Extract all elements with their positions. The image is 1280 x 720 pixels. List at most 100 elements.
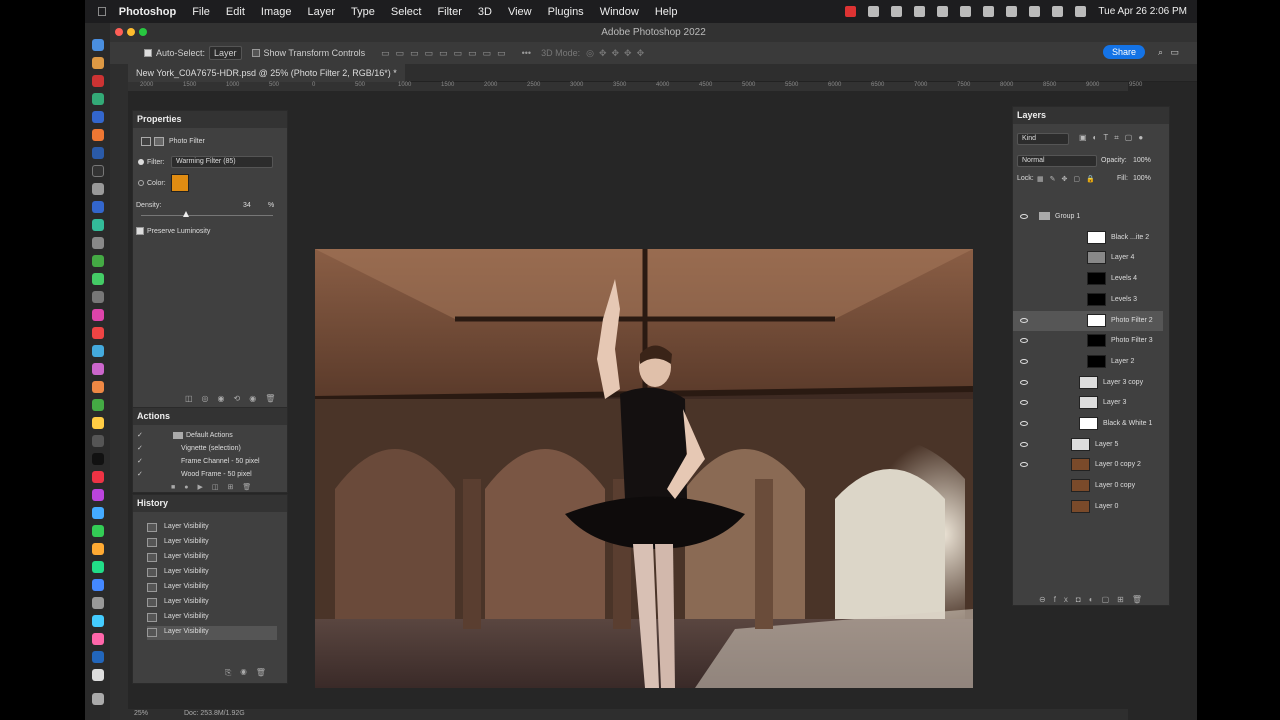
creative-cloud-icon[interactable]	[868, 6, 880, 17]
layer-thumbnail[interactable]	[1071, 499, 1090, 513]
layer-name[interactable]: Layer 2	[1111, 358, 1134, 365]
app-icon[interactable]	[92, 111, 104, 123]
layer-thumbnail[interactable]	[1087, 272, 1106, 286]
density-value[interactable]: 34	[243, 202, 251, 209]
search-icon[interactable]	[1029, 6, 1041, 17]
layer-row[interactable]: Black & White 1	[1013, 414, 1163, 434]
properties-footer-icons[interactable]: ◫◎◉⟲◉🗑	[185, 394, 284, 403]
layer-thumbnail[interactable]	[1087, 354, 1106, 368]
show-transform-checkbox[interactable]	[251, 49, 260, 57]
play-icon[interactable]	[960, 6, 972, 17]
app-icon[interactable]	[92, 93, 104, 105]
app-icon[interactable]	[92, 561, 104, 573]
trash-icon[interactable]	[92, 693, 104, 705]
layer-name[interactable]: Layer 5	[1095, 441, 1118, 448]
visibility-eye-icon[interactable]	[1020, 317, 1028, 323]
app-icon[interactable]	[92, 651, 104, 663]
layer-thumbnail[interactable]	[1087, 230, 1106, 244]
photoshop-icon[interactable]	[92, 147, 104, 159]
app-icon[interactable]	[92, 417, 104, 429]
history-item[interactable]: Layer Visibility	[147, 521, 277, 535]
app-icon[interactable]	[92, 219, 104, 231]
menu-select[interactable]: Select	[391, 6, 422, 18]
action-item[interactable]: Vignette (selection)	[181, 445, 241, 452]
menu-layer[interactable]: Layer	[307, 6, 335, 18]
layer-name[interactable]: Layer 3	[1103, 399, 1126, 406]
layer-thumbnail[interactable]	[1079, 417, 1098, 430]
layer-name[interactable]: Photo Filter 2	[1111, 317, 1153, 324]
app-icon[interactable]	[92, 345, 104, 357]
minimize-window-button[interactable]	[127, 28, 135, 36]
search-icon[interactable]: ⌕	[1158, 47, 1163, 58]
menu-plugins[interactable]: Plugins	[548, 6, 584, 18]
blend-mode-dropdown[interactable]: Normal	[1017, 155, 1097, 167]
layer-row[interactable]: Photo Filter 3	[1013, 331, 1163, 351]
bridge-icon[interactable]	[92, 165, 104, 177]
share-button[interactable]: Share	[1102, 45, 1145, 59]
visibility-eye-icon[interactable]	[1020, 421, 1028, 426]
wifi-icon[interactable]	[1006, 6, 1018, 17]
layer-thumbnail[interactable]	[1071, 437, 1090, 451]
app-icon[interactable]	[92, 525, 104, 537]
layer-thumbnail[interactable]	[1071, 479, 1090, 493]
control-center-icon[interactable]	[1052, 6, 1064, 17]
app-icon[interactable]	[92, 579, 104, 591]
visibility-eye-icon[interactable]	[1020, 338, 1028, 344]
app-icon[interactable]	[92, 399, 104, 411]
color-radio[interactable]	[138, 180, 144, 186]
battery-icon[interactable]	[983, 6, 995, 17]
visibility-eye-icon[interactable]	[1020, 214, 1028, 219]
kind-filter-dropdown[interactable]: Kind	[1017, 133, 1069, 145]
layer-filter-icons[interactable]: ▣◐T⌗▢●	[1079, 133, 1149, 143]
layer-row[interactable]: Layer 3 copy	[1013, 373, 1163, 393]
action-check[interactable]: ✓	[137, 431, 143, 439]
layer-thumbnail[interactable]	[1079, 375, 1098, 389]
preserve-checkbox[interactable]	[136, 227, 144, 235]
app-icon[interactable]	[92, 543, 104, 555]
app-icon[interactable]	[92, 273, 104, 285]
align-icons[interactable]: ▭▭▭▭▭▭▭▭▭	[381, 48, 512, 59]
layer-thumbnail[interactable]	[1079, 396, 1098, 410]
layer-thumbnail[interactable]	[1087, 334, 1106, 348]
app-icon[interactable]	[92, 615, 104, 627]
layer-thumbnail[interactable]	[1071, 458, 1090, 472]
mask-icon[interactable]	[154, 137, 164, 146]
history-item[interactable]: Layer Visibility	[147, 566, 277, 580]
layer-name[interactable]: Levels 4	[1111, 275, 1137, 282]
layer-name[interactable]: Layer 0 copy 2	[1095, 461, 1141, 468]
action-set[interactable]: Default Actions	[186, 432, 233, 439]
action-check[interactable]: ✓	[137, 444, 143, 452]
tv-icon[interactable]	[92, 453, 104, 465]
history-item[interactable]: Layer Visibility	[147, 551, 277, 565]
history-item-current[interactable]: Layer Visibility	[147, 626, 277, 640]
visibility-eye-icon[interactable]	[1020, 358, 1028, 364]
app-icon[interactable]	[92, 183, 104, 195]
app-icon[interactable]	[92, 291, 104, 303]
layer-thumbnail[interactable]	[1087, 292, 1106, 306]
actions-footer-icons[interactable]: ■●▶◫⊞🗑	[171, 483, 260, 491]
action-item[interactable]: Frame Channel - 50 pixel	[181, 458, 260, 465]
visibility-eye-icon[interactable]	[1020, 400, 1028, 406]
filter-dropdown[interactable]: Warming Filter (85)	[171, 156, 273, 168]
visibility-eye-icon[interactable]	[1020, 379, 1028, 385]
menu-type[interactable]: Type	[351, 6, 375, 18]
zoom-level[interactable]: 25%	[134, 710, 148, 717]
auto-select-dropdown[interactable]: Layer	[209, 46, 242, 60]
3d-mode-icons[interactable]: ◎✥✥✥✥	[586, 48, 649, 59]
layer-name[interactable]: Layer 4	[1111, 254, 1134, 261]
filter-radio[interactable]	[138, 159, 144, 165]
layer-row[interactable]: Layer 0	[1013, 497, 1163, 517]
fill-value[interactable]: 100%	[1133, 175, 1151, 182]
app-icon[interactable]	[92, 633, 104, 645]
dropbox-icon[interactable]	[891, 6, 903, 17]
history-footer-icons[interactable]: ⎘◉🗑	[225, 668, 275, 678]
finder-icon[interactable]	[92, 39, 104, 51]
layer-name[interactable]: Black ...ite 2	[1111, 234, 1149, 241]
app-icon[interactable]	[92, 327, 104, 339]
app-icon[interactable]	[92, 435, 104, 447]
menu-image[interactable]: Image	[261, 6, 292, 18]
lock-icons[interactable]: ▦✎✥▢🔒	[1037, 175, 1101, 183]
layer-thumbnail[interactable]	[1087, 313, 1106, 327]
history-item[interactable]: Layer Visibility	[147, 611, 277, 625]
layer-row[interactable]: Layer 0 copy	[1013, 476, 1163, 496]
